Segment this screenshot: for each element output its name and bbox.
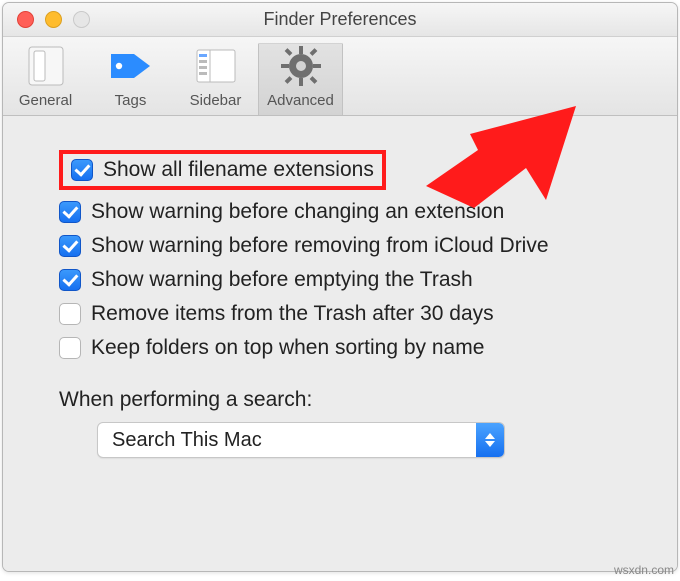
tab-advanced[interactable]: Advanced [258, 43, 343, 115]
option-folders-on-top[interactable]: Keep folders on top when sorting by name [59, 336, 637, 360]
titlebar: Finder Preferences [3, 3, 677, 37]
preferences-window: Finder Preferences General Tags [2, 2, 678, 572]
checkbox-icon[interactable] [59, 269, 81, 291]
option-warn-change-extension[interactable]: Show warning before changing an extensio… [59, 200, 637, 224]
zoom-icon [73, 11, 90, 28]
close-icon[interactable] [17, 11, 34, 28]
tab-tags-label: Tags [115, 92, 147, 109]
tab-sidebar[interactable]: Sidebar [173, 43, 258, 115]
checkbox-icon[interactable] [59, 201, 81, 223]
traffic-lights [3, 11, 90, 28]
select-value: Search This Mac [98, 429, 262, 452]
sidebar-icon [193, 44, 239, 88]
toolbar: General Tags S [3, 37, 677, 116]
option-label: Show warning before emptying the Trash [91, 268, 473, 292]
option-remove-trash-30-days[interactable]: Remove items from the Trash after 30 day… [59, 302, 637, 326]
watermark: wsxdn.com [614, 563, 674, 577]
gear-icon [278, 44, 324, 88]
option-label: Show all filename extensions [103, 158, 374, 182]
options-list: Show all filename extensions Show warnin… [59, 150, 637, 360]
checkbox-icon[interactable] [59, 337, 81, 359]
option-label: Show warning before changing an extensio… [91, 200, 504, 224]
option-label: Remove items from the Trash after 30 day… [91, 302, 494, 326]
window-title: Finder Preferences [3, 9, 677, 30]
minimize-icon[interactable] [45, 11, 62, 28]
tag-icon [108, 44, 154, 88]
checkbox-icon[interactable] [59, 303, 81, 325]
checkbox-icon[interactable] [71, 159, 93, 181]
option-warn-empty-trash[interactable]: Show warning before emptying the Trash [59, 268, 637, 292]
tab-general-label: General [19, 92, 72, 109]
tab-tags[interactable]: Tags [88, 43, 173, 115]
search-section-label: When performing a search: [59, 388, 637, 412]
chevron-updown-icon [476, 423, 504, 457]
switch-icon [23, 44, 69, 88]
search-scope-select[interactable]: Search This Mac [97, 422, 505, 458]
checkbox-icon[interactable] [59, 235, 81, 257]
tab-sidebar-label: Sidebar [190, 92, 242, 109]
option-label: Show warning before removing from iCloud… [91, 234, 549, 258]
tab-general[interactable]: General [3, 43, 88, 115]
option-show-extensions[interactable]: Show all filename extensions [59, 150, 386, 190]
option-label: Keep folders on top when sorting by name [91, 336, 484, 360]
content-pane: Show all filename extensions Show warnin… [3, 116, 677, 571]
tab-advanced-label: Advanced [267, 92, 334, 109]
option-warn-remove-icloud[interactable]: Show warning before removing from iCloud… [59, 234, 637, 258]
